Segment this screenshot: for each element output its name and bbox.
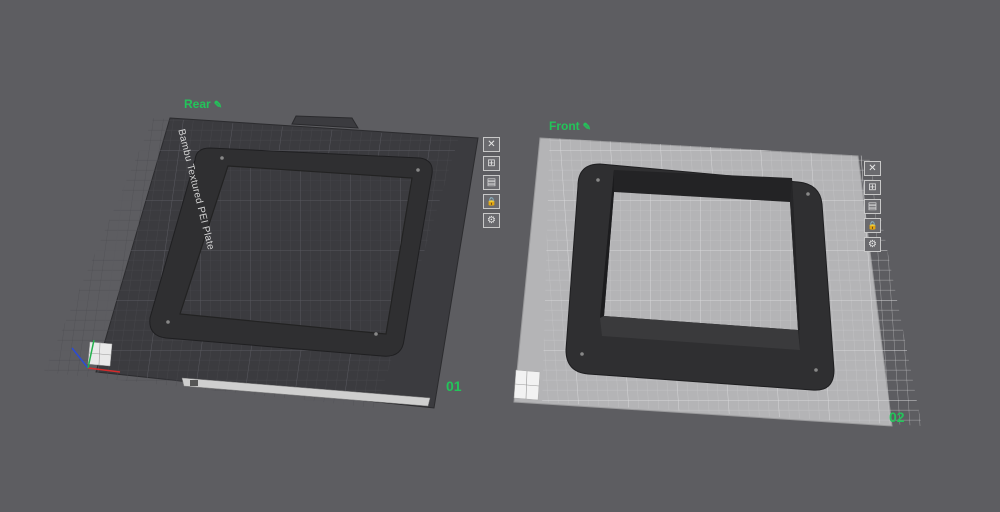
lock-icon: 🔒 xyxy=(486,196,497,206)
close-icon: ✕ xyxy=(868,162,877,174)
plate-1-toolbar: ✕ ⊞ ▤ 🔒 ⚙ xyxy=(483,137,500,228)
plate-2-toolbar: ✕ ⊞ ▤ 🔒 ⚙ xyxy=(864,161,881,252)
orient-plate-button[interactable]: ▤ xyxy=(483,175,500,190)
edit-icon[interactable]: ✎ xyxy=(583,122,591,133)
arrange-icon: ⊞ xyxy=(868,181,877,193)
lock-plate-button[interactable]: 🔒 xyxy=(483,194,500,209)
settings-icon: ⚙ xyxy=(487,214,496,226)
orient-icon: ▤ xyxy=(486,176,497,188)
close-plate-button[interactable]: ✕ xyxy=(483,137,500,152)
plate-settings-button[interactable]: ⚙ xyxy=(864,237,881,252)
plate-2-label[interactable]: Front ✎ xyxy=(549,119,591,133)
close-plate-button[interactable]: ✕ xyxy=(864,161,881,176)
part-front-box[interactable] xyxy=(565,163,835,391)
arrange-plate-button[interactable]: ⊞ xyxy=(864,180,881,195)
plate-1-label-text: Rear xyxy=(184,97,211,111)
plate-1-number: 01 xyxy=(446,378,462,394)
plate-2-label-text: Front xyxy=(549,119,580,133)
viewport-3d[interactable] xyxy=(0,0,1000,512)
orient-plate-button[interactable]: ▤ xyxy=(864,199,881,214)
arrange-plate-button[interactable]: ⊞ xyxy=(483,156,500,171)
close-icon: ✕ xyxy=(487,138,496,150)
orient-icon: ▤ xyxy=(867,200,878,212)
plate-settings-button[interactable]: ⚙ xyxy=(483,213,500,228)
plate-2-number: 02 xyxy=(889,409,905,425)
edit-icon[interactable]: ✎ xyxy=(214,100,222,111)
lock-plate-button[interactable]: 🔒 xyxy=(864,218,881,233)
settings-icon: ⚙ xyxy=(868,238,877,250)
arrange-icon: ⊞ xyxy=(487,157,496,169)
plate-corner-marker xyxy=(513,369,541,401)
lock-icon: 🔒 xyxy=(867,220,878,230)
plate-1-label[interactable]: Rear ✎ xyxy=(184,97,222,111)
